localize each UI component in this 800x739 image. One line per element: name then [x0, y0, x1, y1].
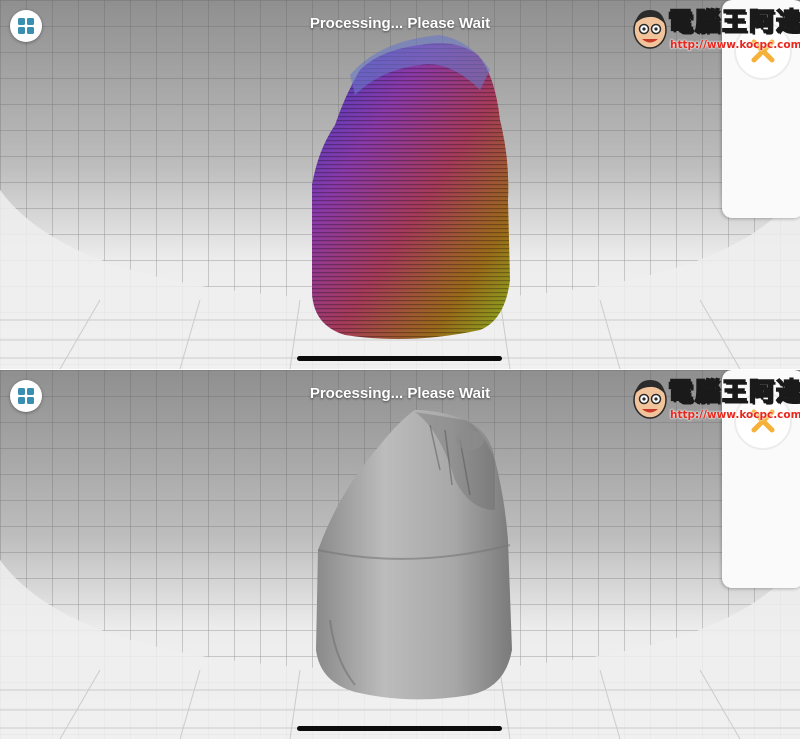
mascot-face-icon	[633, 380, 667, 419]
watermark-url: http://www.kocpc.com.tw	[670, 409, 800, 421]
watermark-title: 電腦王阿達	[667, 7, 800, 37]
watermark-logo: 電腦王阿達 http://www.kocpc.com.tw	[628, 6, 800, 54]
scan-preview-mesh: Processing... Please Wait 電腦王阿達 http://w…	[0, 370, 800, 739]
watermark-title: 電腦王阿達	[667, 377, 800, 407]
grid-backdrop	[0, 0, 800, 369]
watermark-logo: 電腦王阿達 http://www.kocpc.com.tw	[628, 376, 800, 424]
watermark-url: http://www.kocpc.com.tw	[670, 39, 800, 51]
home-indicator[interactable]	[297, 726, 502, 731]
scan-preview-colored: Processing... Please Wait 電腦王阿達 http://w…	[0, 0, 800, 369]
grid-backdrop	[0, 370, 800, 739]
mascot-face-icon	[633, 10, 667, 49]
home-indicator[interactable]	[297, 356, 502, 361]
